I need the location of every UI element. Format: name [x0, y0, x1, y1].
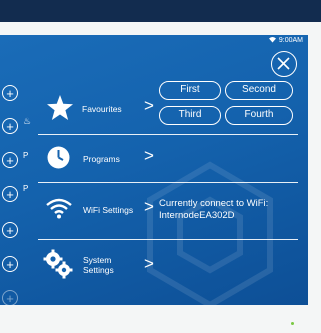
plus-icon: + — [6, 223, 14, 238]
system-settings-row[interactable]: System Settings > — [38, 241, 298, 296]
system-settings-label: System Settings — [83, 255, 114, 275]
system-settings-label-line2: Settings — [83, 265, 114, 275]
favourite-fourth-button[interactable]: Fourth — [225, 106, 293, 125]
chevron-right-icon: > — [144, 96, 154, 115]
add-button[interactable]: + — [2, 256, 18, 272]
plus-icon: + — [6, 86, 14, 101]
heat-icon: ♨ — [23, 116, 32, 126]
left-tag: P — [23, 184, 29, 193]
plus-icon: + — [6, 119, 14, 134]
add-button[interactable]: + — [2, 222, 18, 238]
add-button[interactable]: + — [2, 85, 18, 101]
favourite-first-button[interactable]: First — [159, 81, 221, 100]
programs-row[interactable]: Programs > — [38, 136, 298, 180]
settings-menu: Favourites > First Second Third Fourth P… — [38, 80, 298, 305]
programs-label: Programs — [83, 154, 120, 164]
add-button[interactable]: + — [2, 152, 18, 168]
add-button[interactable]: + — [2, 118, 18, 134]
favourite-third-button[interactable]: Third — [159, 106, 221, 125]
plus-icon: + — [6, 291, 14, 305]
status-time: 9:00AM — [278, 36, 303, 44]
wifi-connection-status: Currently connect to WiFi: InternodeEA30… — [159, 198, 268, 222]
add-button[interactable]: + — [2, 186, 18, 202]
add-button[interactable]: + — [2, 290, 18, 305]
plus-icon: + — [6, 153, 14, 168]
chevron-right-icon: > — [144, 254, 154, 273]
left-button-strip: + + ♨ + P + P + + + — [0, 80, 38, 305]
star-icon — [47, 95, 73, 120]
close-button[interactable] — [271, 51, 297, 77]
plus-icon: + — [6, 257, 14, 272]
close-icon — [277, 57, 290, 70]
wifi-settings-row[interactable]: WiFi Settings > Currently connect to WiF… — [38, 184, 298, 236]
plus-icon: + — [6, 187, 14, 202]
system-settings-label-line1: System — [83, 255, 112, 265]
gears-icon — [43, 249, 73, 279]
clock-icon — [47, 146, 70, 169]
chevron-right-icon: > — [144, 197, 154, 216]
wifi-status-icon — [268, 37, 276, 43]
left-tag: P — [23, 151, 29, 160]
favourites-row[interactable]: Favourites > First Second Third Fourth — [38, 80, 298, 134]
favourites-label: Favourites — [82, 104, 122, 114]
status-bar: 9:00AM — [268, 35, 303, 45]
chevron-right-icon: > — [144, 146, 154, 165]
wifi-network-name: InternodeEA302D — [159, 210, 235, 221]
favourite-second-button[interactable]: Second — [225, 81, 293, 100]
status-indicator-dot — [291, 322, 294, 325]
device-screen: 9:00AM + + ♨ + P + P + + + Favourites > … — [0, 35, 308, 305]
wifi-status-line: Currently connect to WiFi: — [159, 198, 269, 209]
wifi-icon — [46, 198, 72, 219]
top-bar — [0, 0, 321, 22]
wifi-settings-label: WiFi Settings — [83, 205, 134, 215]
